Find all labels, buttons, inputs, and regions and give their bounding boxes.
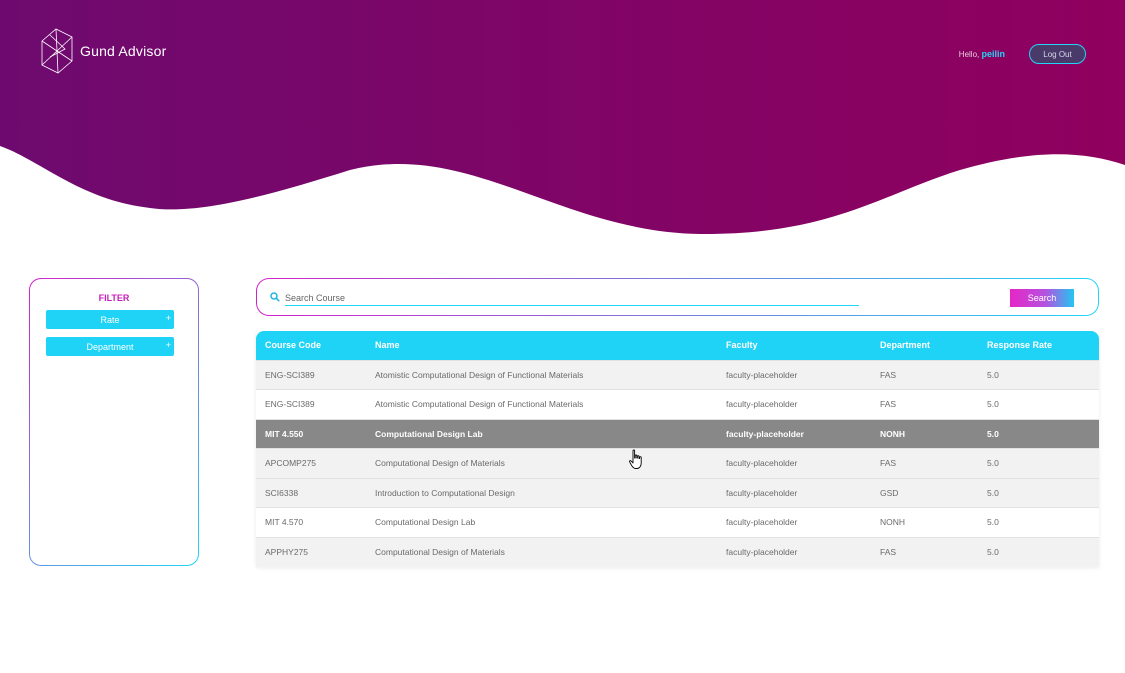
table-row[interactable]: ENG-SCI389 Atomistic Computational Desig… <box>256 389 1099 419</box>
brand[interactable]: Gund Advisor <box>40 27 166 75</box>
cell-name: Computational Design Lab <box>375 428 483 439</box>
cell-course-code: ENG-SCI389 <box>265 369 315 380</box>
cell-faculty: faculty-placeholder <box>726 458 798 469</box>
cell-response-rate: 5.0 <box>987 458 999 469</box>
hand-pointer-cursor-icon <box>629 449 642 469</box>
cell-response-rate: 5.0 <box>987 487 999 498</box>
cell-department: FAS <box>880 399 897 410</box>
column-header-response-rate[interactable]: Response Rate <box>978 331 1099 360</box>
cell-faculty: faculty-placeholder <box>726 399 798 410</box>
cell-name: Computational Design of Materials <box>375 547 505 557</box>
cell-response-rate: 5.0 <box>987 428 999 439</box>
column-header-name[interactable]: Name <box>366 331 717 360</box>
cell-course-code: APCOMP275 <box>265 458 317 469</box>
gund-logo-icon <box>41 28 73 74</box>
column-header-department[interactable]: Department <box>871 331 978 360</box>
cell-department: NONH <box>880 428 906 439</box>
cell-response-rate: 5.0 <box>987 547 999 557</box>
cell-department: FAS <box>880 369 897 380</box>
cell-department: NONH <box>880 517 906 528</box>
table-row[interactable]: MIT 4.570 Computational Design Lab facul… <box>256 507 1099 537</box>
cell-course-code: MIT 4.570 <box>265 517 304 528</box>
cell-response-rate: 5.0 <box>987 399 999 410</box>
user-area: Hello, peilin Log Out <box>959 44 1086 64</box>
username[interactable]: peilin <box>981 49 1005 59</box>
table-header-row: Course Code Name Faculty Department Resp… <box>256 331 1099 360</box>
table-row[interactable]: ENG-SCI389 Atomistic Computational Desig… <box>256 360 1099 390</box>
filter-department-button[interactable]: Department + <box>46 337 174 356</box>
cell-faculty: faculty-placeholder <box>726 517 798 528</box>
greeting-text: Hello, <box>958 50 980 59</box>
filter-rate-button[interactable]: Rate + <box>46 310 174 329</box>
filter-rate-label: Rate <box>100 314 120 325</box>
table-row[interactable]: SCI6338 Introduction to Computational De… <box>256 478 1099 508</box>
search-button[interactable]: Search <box>1010 289 1074 307</box>
plus-icon: + <box>165 340 171 350</box>
table-row[interactable]: APCOMP275 Computational Design of Materi… <box>256 448 1099 478</box>
cell-faculty: faculty-placeholder <box>726 428 804 439</box>
cell-department: FAS <box>880 547 897 557</box>
search-icon <box>270 292 280 302</box>
greeting: Hello, peilin <box>959 49 1005 59</box>
cell-name: Computational Design Lab <box>375 517 476 528</box>
table-row[interactable]: APPHY275 Computational Design of Materia… <box>256 537 1099 567</box>
cell-name: Introduction to Computational Design <box>375 487 515 498</box>
cell-department: FAS <box>880 458 897 469</box>
filter-department-label: Department <box>86 341 134 352</box>
filter-panel: FILTER Rate + Department + <box>29 278 199 566</box>
cell-faculty: faculty-placeholder <box>726 487 798 498</box>
cell-course-code: MIT 4.550 <box>265 428 304 439</box>
plus-icon: + <box>165 313 171 323</box>
cell-course-code: APPHY275 <box>265 547 308 557</box>
cell-name: Atomistic Computational Design of Functi… <box>375 399 584 410</box>
cell-name: Atomistic Computational Design of Functi… <box>375 369 584 380</box>
cell-response-rate: 5.0 <box>987 517 999 528</box>
cell-faculty: faculty-placeholder <box>726 547 798 557</box>
cell-name: Computational Design of Materials <box>375 458 505 469</box>
logout-button[interactable]: Log Out <box>1029 44 1086 64</box>
cell-response-rate: 5.0 <box>987 369 999 380</box>
column-header-course-code[interactable]: Course Code <box>256 331 366 360</box>
cell-course-code: ENG-SCI389 <box>265 399 315 410</box>
course-table: Course Code Name Faculty Department Resp… <box>256 331 1099 567</box>
filter-title: FILTER <box>98 293 130 303</box>
header-wave <box>0 0 1125 240</box>
search-input[interactable] <box>285 291 859 306</box>
search-bar: Search <box>256 278 1099 316</box>
cell-course-code: SCI6338 <box>265 487 299 498</box>
cell-department: GSD <box>880 487 899 498</box>
table-row-selected[interactable]: MIT 4.550 Computational Design Lab facul… <box>256 419 1099 449</box>
app-title: Gund Advisor <box>80 43 167 59</box>
cell-faculty: faculty-placeholder <box>726 369 798 380</box>
column-header-faculty[interactable]: Faculty <box>717 331 871 360</box>
